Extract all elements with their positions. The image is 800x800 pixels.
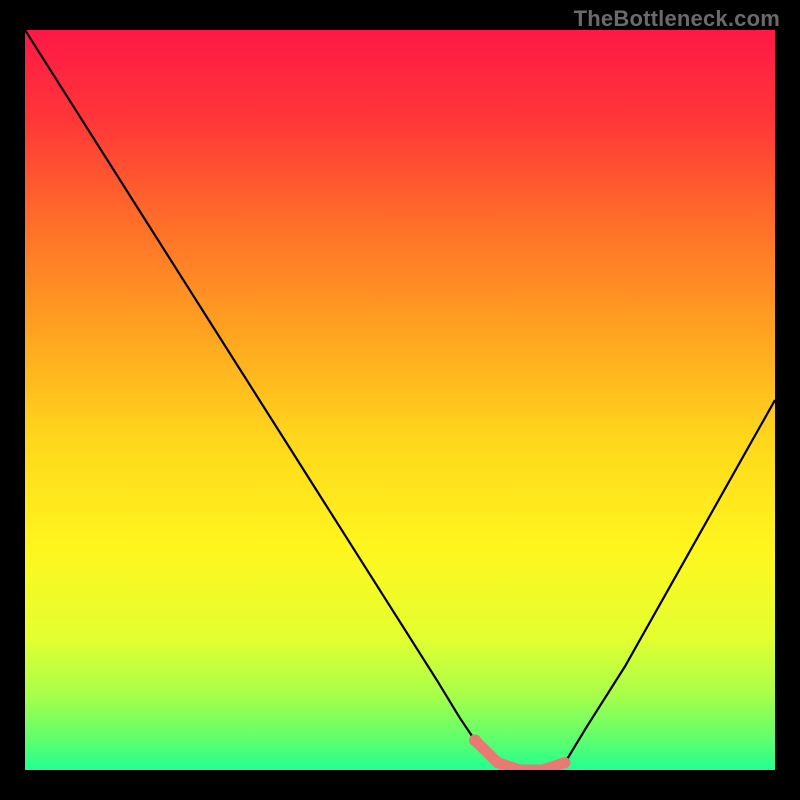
bottleneck-chart: TheBottleneck.com <box>0 0 800 800</box>
heat-gradient-panel <box>25 30 775 770</box>
plateau-start-dot <box>469 734 481 746</box>
watermark-text: TheBottleneck.com <box>574 6 780 32</box>
chart-svg <box>0 0 800 800</box>
